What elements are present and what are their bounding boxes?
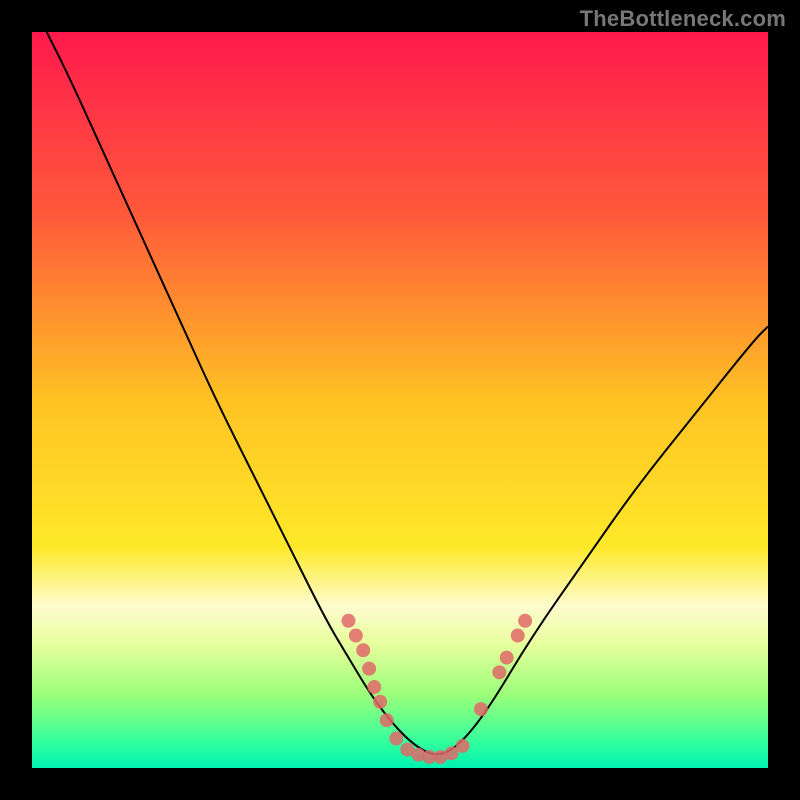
marker-dot <box>349 629 363 643</box>
marker-dot <box>511 629 525 643</box>
marker-dot <box>362 662 376 676</box>
marker-dot <box>380 713 394 727</box>
marker-dot <box>356 643 370 657</box>
gradient-background <box>32 32 768 768</box>
marker-dot <box>474 702 488 716</box>
plot-area <box>32 32 768 768</box>
marker-dot <box>492 665 506 679</box>
marker-dot <box>389 732 403 746</box>
marker-dot <box>456 739 470 753</box>
marker-dot <box>341 614 355 628</box>
marker-dot <box>500 651 514 665</box>
chart-frame: TheBottleneck.com <box>0 0 800 800</box>
marker-dot <box>367 680 381 694</box>
marker-dot <box>373 695 387 709</box>
attribution-text: TheBottleneck.com <box>580 6 786 32</box>
chart-svg <box>32 32 768 768</box>
marker-dot <box>518 614 532 628</box>
